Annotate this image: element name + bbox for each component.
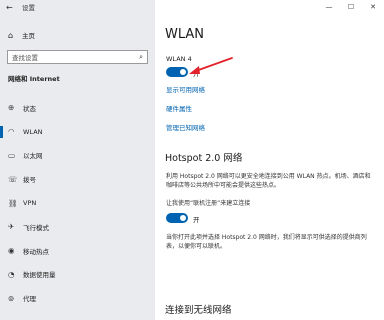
annotation-arrow-icon bbox=[189, 57, 233, 74]
